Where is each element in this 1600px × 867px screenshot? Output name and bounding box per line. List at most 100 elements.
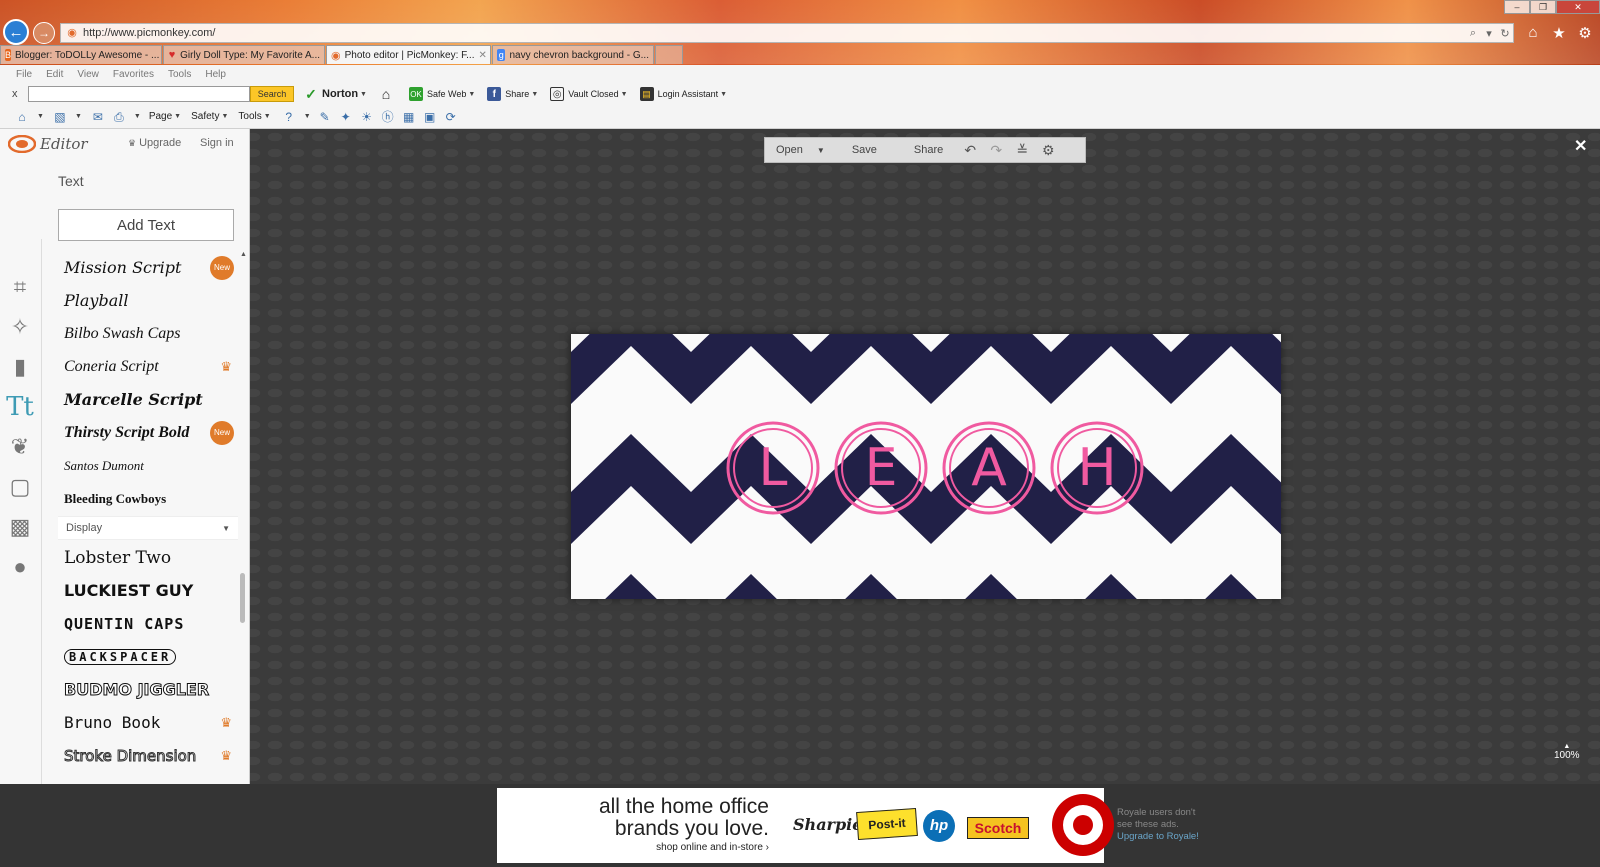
font-item-playball[interactable]: Playball: [58, 284, 238, 317]
lipstick-icon[interactable]: ▮: [0, 347, 40, 387]
font-item-coneria-script[interactable]: Coneria Script ♛: [58, 350, 238, 383]
frame-icon[interactable]: ▢: [0, 467, 40, 507]
menu-file[interactable]: File: [16, 69, 32, 80]
font-list-scrollbar[interactable]: ▲ ▼: [240, 251, 247, 761]
safety-menu[interactable]: Safety ▼: [191, 111, 228, 122]
share-button[interactable]: Share: [903, 138, 957, 162]
advertisement[interactable]: all the home office brands you love. sho…: [497, 788, 1114, 863]
butterfly-icon[interactable]: ❦: [0, 427, 40, 467]
tab-google-search[interactable]: g navy chevron background - G...: [492, 45, 654, 64]
menu-view[interactable]: View: [77, 69, 99, 80]
redo-icon[interactable]: ↷: [983, 142, 1009, 159]
gear-icon[interactable]: ⚙: [1035, 142, 1061, 159]
help-icon[interactable]: ?: [281, 109, 297, 125]
stamp-icon[interactable]: ▦: [401, 109, 417, 125]
close-editor-icon[interactable]: ✕: [1574, 136, 1587, 156]
font-item-marcelle-script[interactable]: Marcelle Script: [58, 383, 238, 416]
screenshot-icon[interactable]: ▣: [422, 109, 438, 125]
tab-girly-doll[interactable]: ♥ Girly Doll Type: My Favorite A...: [163, 45, 325, 64]
dropdown-icon[interactable]: ▾: [1481, 27, 1497, 40]
settings-gear-icon[interactable]: ⚙: [1576, 24, 1594, 42]
picmonkey-logo-icon[interactable]: [8, 135, 36, 153]
safe-web-menu[interactable]: OK Safe Web ▼: [408, 87, 475, 101]
font-item-lobster-two[interactable]: Lobster Two: [58, 541, 238, 574]
monogram-circle[interactable]: A: [941, 420, 1037, 516]
apple-icon[interactable]: ●: [0, 547, 40, 587]
forward-button[interactable]: →: [33, 22, 55, 44]
font-item-backspacer[interactable]: BACKSPACER: [58, 640, 238, 673]
address-url[interactable]: http://www.picmonkey.com/: [83, 27, 1465, 39]
font-item-budmo-jiggler[interactable]: BUDMO JIGGLER: [58, 673, 238, 706]
menu-edit[interactable]: Edit: [46, 69, 63, 80]
chevron-down-icon[interactable]: ▼: [75, 113, 82, 120]
tab-close-icon[interactable]: ✕: [479, 50, 487, 61]
zoom-control[interactable]: ▲ 100%: [1554, 743, 1580, 761]
back-button[interactable]: ←: [3, 19, 29, 45]
font-item-mission-script[interactable]: Mission Script New: [58, 251, 238, 284]
font-item-bilbo-swash-caps[interactable]: Bilbo Swash Caps: [58, 317, 238, 350]
chevron-down-icon[interactable]: ▼: [37, 113, 44, 120]
font-item-santos-dumont[interactable]: Santos Dumont: [58, 449, 238, 482]
refresh-icon[interactable]: ↻: [1497, 27, 1513, 40]
font-item-bruno-book[interactable]: Bruno Book ♛: [58, 706, 238, 739]
print-icon[interactable]: ⎙: [111, 109, 127, 125]
norton-search-button[interactable]: Search: [250, 86, 294, 102]
menu-favorites[interactable]: Favorites: [113, 69, 154, 80]
monogram-circle[interactable]: E: [833, 420, 929, 516]
minimize-button[interactable]: –: [1504, 0, 1530, 14]
font-item-quentin-caps[interactable]: QUENTIN CAPS: [58, 607, 238, 640]
share-menu[interactable]: f Share ▼: [487, 87, 538, 101]
search-icon[interactable]: ⌕: [1465, 27, 1481, 40]
upgrade-to-royale-link[interactable]: Upgrade to Royale!: [1117, 831, 1199, 843]
vault-menu[interactable]: ◎ Vault Closed ▼: [550, 87, 628, 101]
tab-picmonkey[interactable]: ◉ Photo editor | PicMonkey: F... ✕: [326, 45, 491, 64]
norton-search-input[interactable]: [28, 86, 250, 102]
restore-button[interactable]: ❐: [1530, 0, 1556, 14]
chevron-down-icon[interactable]: ▼: [304, 113, 311, 120]
magic-wand-icon[interactable]: ✧: [0, 307, 40, 347]
address-bar[interactable]: ◉ http://www.picmonkey.com/ ⌕ ▾ ↻: [60, 23, 1514, 43]
mail-icon[interactable]: ✉: [90, 109, 106, 125]
home-button[interactable]: ⌂: [379, 86, 397, 102]
chevron-down-icon[interactable]: ▼: [134, 113, 141, 120]
upgrade-link[interactable]: ♛ Upgrade: [128, 137, 181, 149]
font-item-thirsty-script-bold[interactable]: Thirsty Script Bold New: [58, 416, 238, 449]
font-item-stroke-dimension[interactable]: Stroke Dimension ♛: [58, 739, 238, 772]
menu-tools[interactable]: Tools: [168, 69, 191, 80]
page-menu[interactable]: Page ▼: [149, 111, 181, 122]
monogram-circle[interactable]: H: [1049, 420, 1145, 516]
pen-icon[interactable]: ✎: [317, 109, 333, 125]
sign-in-link[interactable]: Sign in: [200, 137, 234, 149]
sync-icon[interactable]: ⟳: [443, 109, 459, 125]
scroll-thumb[interactable]: [240, 573, 245, 623]
monogram-circle[interactable]: L: [725, 420, 821, 516]
font-item-bleeding-cowboys[interactable]: Bleeding Cowboys: [58, 482, 238, 515]
new-tab-button[interactable]: [655, 45, 683, 64]
rss-feed-icon[interactable]: ▧: [52, 109, 68, 125]
undo-icon[interactable]: ↶: [957, 142, 983, 159]
tab-blogger[interactable]: B Blogger: ToDOLLy Awesome - ...: [0, 45, 162, 64]
layers-icon[interactable]: ≚: [1009, 142, 1035, 159]
hp-icon[interactable]: ⓗ: [380, 109, 396, 125]
home-icon[interactable]: ⌂: [1524, 24, 1542, 42]
crop-icon[interactable]: ⌗: [0, 267, 40, 307]
font-category-select[interactable]: Display ▼: [58, 516, 238, 540]
sun-icon[interactable]: ☀: [359, 109, 375, 125]
photo-canvas[interactable]: L E A H: [571, 334, 1281, 599]
favorites-star-icon[interactable]: ★: [1550, 24, 1568, 42]
window-close-button[interactable]: ✕: [1556, 0, 1600, 14]
norton-menu[interactable]: ✓ Norton ▼: [304, 86, 367, 102]
font-item-luckiest-guy[interactable]: LUCKIEST GUY: [58, 574, 238, 607]
open-button[interactable]: Open ▼: [765, 138, 836, 162]
login-assistant-menu[interactable]: ▤ Login Assistant ▼: [639, 87, 727, 101]
tools-menu[interactable]: Tools ▼: [238, 111, 270, 122]
close-icon[interactable]: x: [12, 88, 24, 100]
menu-help[interactable]: Help: [205, 69, 226, 80]
scroll-up-icon[interactable]: ▲: [240, 251, 247, 258]
translate-icon[interactable]: ✦: [338, 109, 354, 125]
save-button[interactable]: Save: [836, 138, 903, 162]
texture-icon[interactable]: ▩: [0, 507, 40, 547]
home-icon[interactable]: ⌂: [14, 109, 30, 125]
text-tool-icon[interactable]: Tt: [0, 387, 40, 427]
add-text-button[interactable]: Add Text: [58, 209, 234, 241]
